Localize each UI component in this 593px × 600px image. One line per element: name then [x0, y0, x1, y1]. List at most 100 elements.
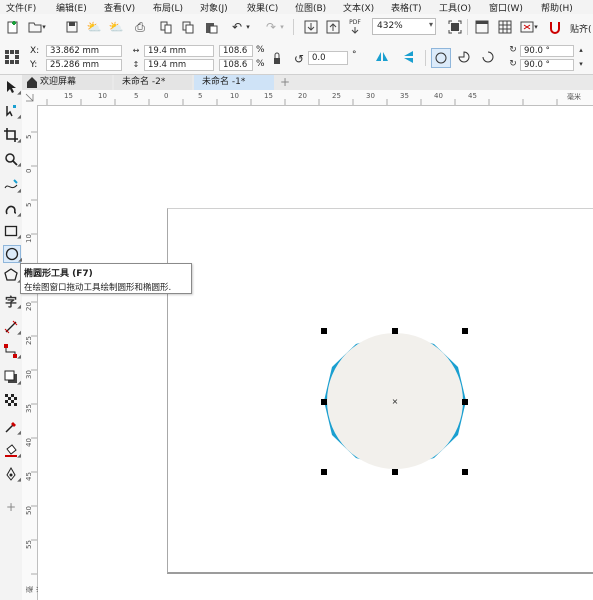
spinner-icon[interactable]: ▴: [575, 44, 587, 56]
connector-tool-icon[interactable]: ◢: [3, 343, 21, 360]
mirror-vertical-icon[interactable]: [400, 48, 418, 66]
menu-object[interactable]: 对象(J): [200, 1, 228, 14]
height-field[interactable]: 19.4 mm: [144, 59, 214, 71]
drop-shadow-icon[interactable]: ◢: [3, 369, 21, 386]
menu-window[interactable]: 窗口(W): [489, 1, 523, 14]
cloud-upload-icon[interactable]: ⛅: [107, 18, 125, 36]
redo-dropdown-icon[interactable]: ▾: [278, 18, 286, 36]
ruler-tick: 20: [298, 92, 307, 100]
menu-view[interactable]: 查看(V): [104, 1, 135, 14]
mirror-horizontal-icon[interactable]: [373, 48, 391, 66]
ruler-tick: 45: [25, 472, 33, 481]
start-angle-field[interactable]: 90.0 °: [520, 45, 574, 57]
ruler-tick: 10: [98, 92, 107, 100]
spinner-icon[interactable]: ▾: [575, 58, 587, 70]
crop-tool-icon[interactable]: ◢: [3, 127, 21, 144]
ruler-unit: 毫米: [567, 93, 581, 101]
snap-to-label[interactable]: 贴齐(: [570, 22, 592, 35]
ellipse-shape[interactable]: ×: [318, 324, 472, 478]
property-bar: X: Y: 33.862 mm 25.286 mm ↔ ↕ 19.4 mm 19…: [0, 42, 593, 75]
polygon-tool-icon[interactable]: ◢: [3, 267, 21, 284]
end-angle-field[interactable]: 90.0 °: [520, 59, 574, 71]
chevron-down-icon[interactable]: ▾: [532, 18, 540, 36]
cloud-download-icon[interactable]: ⛅: [85, 18, 103, 36]
text-tool-icon[interactable]: 字 ◢: [3, 293, 21, 311]
selection-handle[interactable]: [392, 328, 398, 334]
degree-label: °: [352, 50, 357, 60]
ruler-tick: 0: [164, 92, 169, 100]
selection-handle[interactable]: [392, 469, 398, 475]
vertical-ruler[interactable]: 5 0 5 10 15 20 25 30 35 40 45 50 55 毫米: [22, 105, 44, 600]
full-screen-icon[interactable]: [446, 18, 464, 36]
eyedropper-icon[interactable]: ◢: [3, 419, 21, 436]
tab-welcome[interactable]: 欢迎屏幕: [22, 75, 112, 90]
menu-file[interactable]: 文件(F): [6, 1, 36, 14]
zoom-level-select[interactable]: 432% ▾: [372, 18, 436, 35]
object-origin-icon[interactable]: [3, 48, 21, 66]
horizontal-ruler[interactable]: 15 10 5 0 5 10 15 20 25 30 35 40 45 毫米: [37, 90, 593, 106]
x-position-field[interactable]: 33.862 mm: [46, 45, 122, 57]
ellipse-tool-icon[interactable]: ◢: [3, 245, 22, 263]
menu-help[interactable]: 帮助(H): [541, 1, 573, 14]
interactive-fill-icon[interactable]: ◢: [3, 442, 21, 459]
selection-handle[interactable]: [462, 399, 468, 405]
menu-edit[interactable]: 编辑(E): [56, 1, 87, 14]
rectangle-tool-icon[interactable]: ◢: [3, 223, 21, 240]
new-document-icon[interactable]: [4, 18, 22, 36]
selection-handle[interactable]: [321, 399, 327, 405]
selection-handle[interactable]: [321, 469, 327, 475]
paste-icon[interactable]: [202, 18, 220, 36]
save-icon[interactable]: [63, 18, 81, 36]
tooltip-description: 在绘图窗口拖动工具绘制圆形和椭圆形.: [24, 283, 172, 293]
shape-tool-icon[interactable]: ◢: [3, 103, 21, 120]
cut-icon[interactable]: [157, 18, 175, 36]
print-icon[interactable]: ⎙: [131, 18, 149, 36]
ruler-tick: 35: [400, 92, 409, 100]
transparency-icon[interactable]: [3, 392, 19, 408]
pick-tool-icon[interactable]: ◢: [3, 79, 21, 96]
add-tab-button[interactable]: +: [276, 75, 294, 90]
rotation-field[interactable]: 0.0: [308, 51, 348, 65]
ellipse-mode-icon[interactable]: [431, 48, 451, 68]
tab-untitled-1[interactable]: 未命名 -1*: [194, 75, 274, 90]
scale-y-field[interactable]: 108.6: [219, 59, 253, 71]
toolbox: ◢ ◢ ◢ ◢ ◢ ◢ ◢ ◢ ◢ 字◢ ◢ ◢ ◢ ◢ ◢ ◢ +: [0, 75, 23, 600]
export-icon[interactable]: [324, 18, 342, 36]
width-field[interactable]: 19.4 mm: [144, 45, 214, 57]
publish-pdf-icon[interactable]: PDF: [346, 18, 364, 36]
parallel-dimension-icon[interactable]: ◢: [3, 319, 21, 336]
import-icon[interactable]: [302, 18, 320, 36]
artistic-media-icon[interactable]: ◢: [3, 201, 21, 218]
menu-tools[interactable]: 工具(O): [439, 1, 471, 14]
copy-icon[interactable]: [179, 18, 197, 36]
tab-welcome-label: 欢迎屏幕: [40, 77, 77, 87]
scale-x-field[interactable]: 108.6: [219, 45, 253, 57]
menu-effects[interactable]: 效果(C): [247, 1, 278, 14]
y-label: Y:: [30, 60, 38, 70]
ruler-origin[interactable]: [22, 90, 38, 106]
snap-icon[interactable]: [546, 18, 564, 36]
selection-handle[interactable]: [462, 328, 468, 334]
pie-mode-icon[interactable]: [455, 48, 473, 66]
smart-fill-icon[interactable]: ◢: [3, 466, 21, 483]
tab-untitled-2[interactable]: 未命名 -2*: [114, 75, 192, 90]
selection-handle[interactable]: [321, 328, 327, 334]
show-rulers-icon[interactable]: [473, 18, 491, 36]
menu-bitmap[interactable]: 位图(B): [295, 1, 326, 14]
freehand-tool-icon[interactable]: ◢: [3, 177, 21, 194]
show-grid-icon[interactable]: [496, 18, 514, 36]
add-tool-icon[interactable]: +: [3, 499, 19, 515]
menu-table[interactable]: 表格(T): [391, 1, 422, 14]
y-position-field[interactable]: 25.286 mm: [46, 59, 122, 71]
ruler-tick: 40: [434, 92, 443, 100]
arc-mode-icon[interactable]: [479, 48, 497, 66]
ruler-tick: 30: [25, 370, 33, 379]
menu-text[interactable]: 文本(X): [343, 1, 374, 14]
menu-layout[interactable]: 布局(L): [153, 1, 183, 14]
width-icon: ↔: [132, 45, 140, 55]
selection-handle[interactable]: [462, 469, 468, 475]
chevron-down-icon[interactable]: ▾: [40, 18, 48, 36]
lock-ratio-icon[interactable]: [268, 50, 286, 68]
zoom-tool-icon[interactable]: ◢: [3, 151, 21, 168]
undo-dropdown-icon[interactable]: ▾: [244, 18, 252, 36]
